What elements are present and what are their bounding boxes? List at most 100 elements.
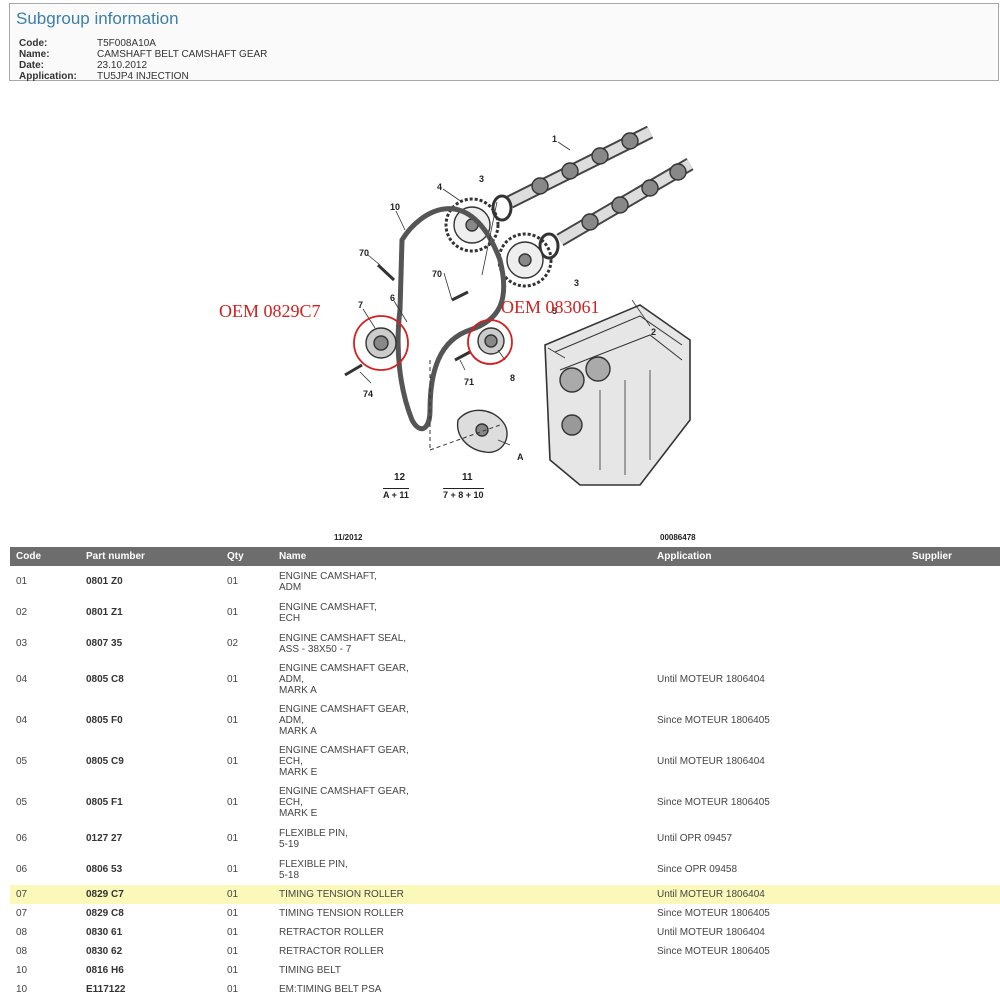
name-line: EM:TIMING BELT PSA — [279, 984, 382, 995]
cell-qty: 01 — [227, 908, 239, 919]
cell-application: Since MOTEUR 1806405 — [657, 715, 770, 726]
cell-code: 10 — [16, 984, 28, 995]
table-row[interactable]: 06 0127 27 01 FLEXIBLE PIN, 5-19 Until OPR 09… — [10, 823, 1000, 854]
cell-part-number: 0127 27 — [86, 833, 123, 844]
cell-application: Since OPR 09458 — [657, 864, 738, 875]
callout-8: 8 — [510, 373, 515, 383]
cell-part-number: 0805 C9 — [86, 756, 124, 767]
name-line: ENGINE CAMSHAFT GEAR, — [279, 704, 409, 715]
table-row[interactable]: 03 0807 35 02 ENGINE CAMSHAFT SEAL, ASS - 38… — [10, 628, 1000, 659]
cell-qty: 01 — [227, 984, 239, 995]
column-header-qty[interactable]: Qty — [221, 547, 273, 566]
name-line: ENGINE CAMSHAFT GEAR, — [279, 786, 409, 797]
cell-part-number: 0805 F1 — [86, 797, 123, 808]
table-row[interactable]: 02 0801 Z1 01 ENGINE CAMSHAFT, ECH — [10, 597, 1000, 628]
cell-application — [651, 961, 906, 980]
cell-code: 03 — [16, 638, 28, 649]
table-row[interactable]: 07 0829 C8 01 TIMING TENSION ROLLER Since MO… — [10, 904, 1000, 923]
table-row[interactable]: 10 0816 H6 01 TIMING BELT — [10, 961, 1000, 980]
timing-belt-drawing — [395, 206, 507, 432]
oem-label-tension-roller: OEM 0829C7 — [219, 301, 321, 321]
cell-part-number: 0829 C7 — [80, 885, 221, 904]
oem-label-retractor-roller: OEM 083061 — [501, 297, 600, 317]
cell-code: 08 — [16, 927, 28, 938]
table-row[interactable]: 08 0830 61 01 RETRACTOR ROLLER Until MOTEUR … — [10, 923, 1000, 942]
callout-10: 10 — [390, 202, 400, 212]
cell-application: Until MOTEUR 1806404 — [657, 674, 765, 685]
name-line: ENGINE CAMSHAFT GEAR, — [279, 663, 409, 674]
cell-name: TIMING TENSION ROLLER — [273, 904, 651, 923]
retractor-roller-8-drawing — [477, 327, 505, 355]
camshaft-gear-5-drawing — [497, 232, 553, 288]
cell-name: ENGINE CAMSHAFT GEAR, ADM, MARK A — [273, 659, 651, 700]
callout-3-bottom: 3 — [574, 278, 579, 288]
info-label: Date: — [19, 60, 45, 71]
cell-name: RETRACTOR ROLLER — [273, 923, 651, 942]
diagram-drawing: 1 2 3 4 3 10 70 70 7 6 5 8 71 74 A — [344, 125, 694, 486]
cell-supplier — [906, 597, 1000, 628]
cell-code: 04 — [16, 715, 28, 726]
table-row[interactable]: 08 0830 62 01 RETRACTOR ROLLER Since MOTEUR … — [10, 942, 1000, 961]
column-header-part-number[interactable]: Part number — [80, 547, 221, 566]
water-pump-drawing — [456, 409, 508, 454]
cell-code: 08 — [16, 946, 28, 957]
cell-part-number: 0816 H6 — [86, 965, 124, 976]
cell-part-number: 0801 Z0 — [86, 576, 123, 587]
column-header-application[interactable]: Application — [651, 547, 906, 566]
engine-block-drawing — [544, 304, 691, 486]
cell-part-number: 0805 C8 — [86, 674, 124, 685]
cell-part-number: 0801 Z1 — [86, 607, 123, 618]
table-row[interactable]: 04 0805 C8 01 ENGINE CAMSHAFT GEAR, ADM, MARK… — [10, 659, 1000, 700]
callout-74: 74 — [363, 389, 373, 399]
name-line: TIMING TENSION ROLLER — [279, 889, 404, 900]
table-row[interactable]: 04 0805 F0 01 ENGINE CAMSHAFT GEAR, ADM, MARK… — [10, 700, 1000, 741]
cell-supplier — [906, 741, 1000, 782]
tension-roller-7-drawing — [365, 327, 397, 359]
callout-71: 71 — [464, 377, 474, 387]
cell-name: RETRACTOR ROLLER — [273, 942, 651, 961]
name-line: MARK A — [279, 685, 317, 696]
column-header-code[interactable]: Code — [10, 547, 80, 566]
name-line: ADM, — [279, 715, 304, 726]
camshaft-2-drawing — [556, 157, 694, 247]
callout-6: 6 — [390, 293, 395, 303]
cell-name: FLEXIBLE PIN, 5-18 — [273, 854, 651, 885]
column-header-supplier[interactable]: Supplier — [906, 547, 1000, 566]
cell-qty: 01 — [227, 946, 239, 957]
table-row[interactable]: 01 0801 Z0 01 ENGINE CAMSHAFT, ADM — [10, 566, 1000, 597]
name-line: ECH, — [279, 756, 303, 767]
cell-name: TIMING TENSION ROLLER — [273, 885, 651, 904]
cell-supplier — [906, 782, 1000, 823]
table-row[interactable]: 07 0829 C7 01 TIMING TENSION ROLLER Until MO… — [10, 885, 1000, 904]
info-label: Name: — [19, 49, 50, 60]
cell-supplier — [906, 628, 1000, 659]
cell-supplier — [906, 854, 1000, 885]
cell-code: 06 — [16, 864, 28, 875]
table-row[interactable]: 06 0806 53 01 FLEXIBLE PIN, 5-18 Since OPR 09… — [10, 854, 1000, 885]
diagram-date-code: 11/2012 — [334, 533, 363, 542]
cell-application — [651, 597, 906, 628]
cell-supplier — [906, 885, 1000, 904]
cell-code: 05 — [16, 756, 28, 767]
cell-code: 07 — [16, 908, 28, 919]
cell-qty: 01 — [227, 927, 239, 938]
name-line: FLEXIBLE PIN, — [279, 827, 348, 839]
group-12-formula: A + 11 — [383, 488, 409, 500]
table-row[interactable]: 05 0805 F1 01 ENGINE CAMSHAFT GEAR, ECH, MARK… — [10, 782, 1000, 823]
table-row[interactable]: 05 0805 C9 01 ENGINE CAMSHAFT GEAR, ECH, MARK… — [10, 741, 1000, 782]
cell-code: 04 — [16, 674, 28, 685]
cell-application — [651, 628, 906, 659]
cell-name: EM:TIMING BELT PSA — [273, 980, 651, 999]
cell-qty: 01 — [227, 833, 239, 844]
cell-qty: 01 — [227, 864, 239, 875]
cell-qty: 01 — [227, 965, 239, 976]
cell-part-number: 0805 F0 — [86, 715, 123, 726]
table-row[interactable]: 10 E117122 01 EM:TIMING BELT PSA — [10, 980, 1000, 999]
cell-name: ENGINE CAMSHAFT SEAL, ASS - 38X50 - 7 — [273, 628, 651, 659]
cell-qty: 01 — [227, 756, 239, 767]
cell-qty: 01 — [227, 576, 239, 587]
callout-4: 4 — [437, 182, 442, 192]
column-header-name[interactable]: Name — [273, 547, 651, 566]
cell-name: ENGINE CAMSHAFT, ECH — [273, 597, 651, 628]
cell-application: Until MOTEUR 1806404 — [651, 885, 906, 904]
